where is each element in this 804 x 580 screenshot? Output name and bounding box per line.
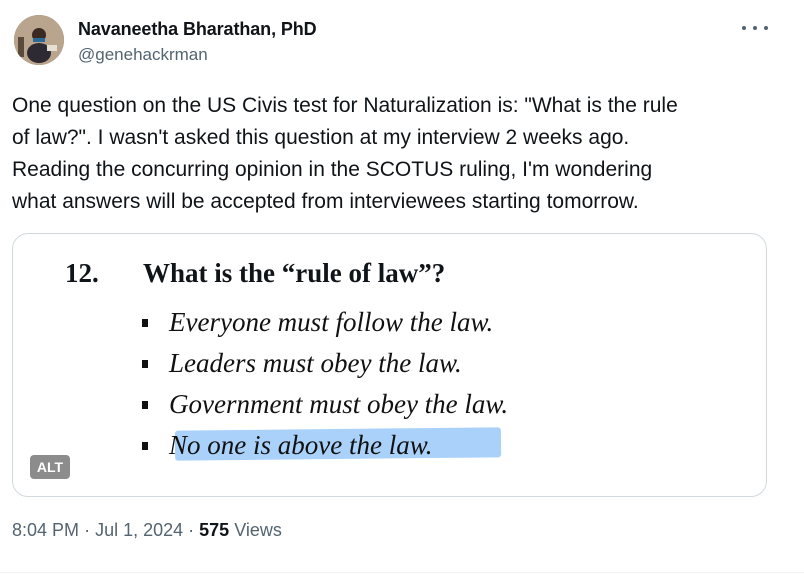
tweet-text-line: Reading the concurring opinion in the SC… — [12, 158, 653, 181]
author-name[interactable]: Navaneetha Bharathan, PhD — [78, 19, 317, 40]
tweet-text-line: One question on the US Civis test for Na… — [12, 94, 678, 117]
bullet-icon — [142, 442, 148, 450]
answer-item: Leaders must obey the law. — [141, 343, 508, 384]
tweet-text-line: of law?". I wasn't asked this question a… — [12, 126, 630, 149]
tweet-date[interactable]: Jul 1, 2024 — [95, 520, 183, 540]
answer-item-highlighted: No one is above the law. — [141, 425, 508, 466]
author-handle[interactable]: @genehackrman — [78, 45, 208, 65]
separator-dot: · — [188, 520, 200, 540]
more-dots-icon[interactable] — [742, 20, 768, 36]
tweet-text: One question on the US Civis test for Na… — [12, 90, 772, 218]
views-label: Views — [234, 520, 282, 540]
alt-text-button[interactable]: ALT — [30, 455, 70, 479]
author-avatar[interactable] — [14, 15, 64, 65]
answer-item: Government must obey the law. — [141, 384, 508, 425]
tweet-meta: 8:04 PM · Jul 1, 2024 · 575 Views — [12, 520, 282, 541]
tweet-image[interactable]: 12. What is the “rule of law”? Everyone … — [12, 233, 767, 497]
bullet-icon — [142, 360, 148, 368]
tweet-time[interactable]: 8:04 PM — [12, 520, 79, 540]
views-count: 575 — [199, 520, 230, 540]
bullet-icon — [142, 319, 148, 327]
tweet-text-line: what answers will be accepted from inter… — [12, 190, 639, 213]
question-number: 12. — [65, 258, 99, 288]
divider — [0, 572, 804, 573]
answer-item: Everyone must follow the law. — [141, 302, 508, 343]
bullet-icon — [142, 401, 148, 409]
question-text: What is the “rule of law”? — [143, 258, 446, 288]
separator-dot: · — [84, 520, 96, 540]
answer-list: Everyone must follow the law. Leaders mu… — [141, 302, 508, 466]
